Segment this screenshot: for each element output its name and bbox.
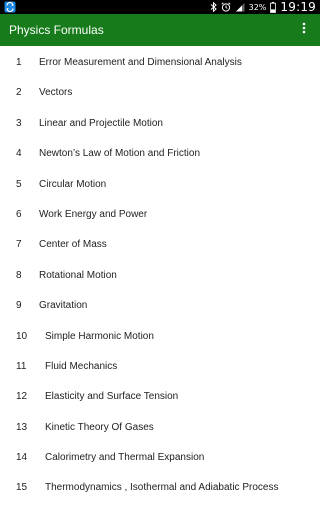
topic-list: 1 Error Measurement and Dimensional Anal… [0,48,320,504]
item-number: 3 [16,117,22,129]
item-number: 8 [16,269,22,281]
app-title: Physics Formulas [9,23,104,37]
item-number: 5 [16,178,22,190]
item-title: Center of Mass [39,239,107,251]
list-item[interactable]: 6 Work Energy and Power [0,200,320,230]
item-title: Fluid Mechanics [45,360,118,372]
app-bar: Physics Formulas [0,14,320,46]
item-title: Linear and Projectile Motion [39,117,163,129]
list-item[interactable]: 11 Fluid Mechanics [0,352,320,382]
item-title: Simple Harmonic Motion [45,330,154,342]
list-item[interactable]: 10 Simple Harmonic Motion [0,322,320,352]
item-number: 7 [16,239,22,251]
sync-notification-icon [4,1,16,13]
more-vert-icon [302,21,306,39]
item-title: Newton’s Law of Motion and Friction [39,148,201,160]
item-title: Gravitation [39,300,88,312]
overflow-menu-button[interactable] [294,20,314,40]
list-item[interactable]: 5 Circular Motion [0,170,320,200]
item-title: Vectors [39,87,73,99]
item-number: 13 [16,421,28,433]
item-number: 15 [16,482,28,494]
status-bar: 32% 19:19 [0,0,320,14]
item-title: Elasticity and Surface Tension [45,391,179,403]
battery-percentage: 32% [248,2,267,12]
list-item[interactable]: 9 Gravitation [0,291,320,321]
list-item[interactable]: 12 Elasticity and Surface Tension [0,382,320,412]
item-number: 9 [16,300,22,312]
list-item[interactable]: 3 Linear and Projectile Motion [0,109,320,139]
list-item[interactable]: 13 Kinetic Theory Of Gases [0,413,320,443]
bluetooth-icon [210,2,217,12]
item-number: 14 [16,452,28,464]
item-number: 2 [16,87,22,99]
list-item[interactable]: 1 Error Measurement and Dimensional Anal… [0,48,320,78]
item-number: 6 [16,208,22,220]
alarm-icon [221,2,231,12]
list-item[interactable]: 14 Calorimetry and Thermal Expansion [0,443,320,473]
list-item[interactable]: 15 Thermodynamics , Isothermal and Adiab… [0,473,320,503]
item-title: Circular Motion [39,178,107,190]
item-number: 12 [16,391,28,403]
battery-icon [270,1,277,13]
list-item[interactable]: 8 Rotational Motion [0,261,320,291]
item-title: Work Energy and Power [39,208,148,220]
list-item[interactable]: 4 Newton’s Law of Motion and Friction [0,139,320,169]
item-title: Error Measurement and Dimensional Analys… [39,57,242,68]
status-icons: 32% 19:19 [210,0,316,14]
item-title: Kinetic Theory Of Gases [45,421,154,433]
item-number: 4 [16,148,22,160]
list-item[interactable]: 2 Vectors [0,78,320,108]
status-clock: 19:19 [280,0,316,14]
item-title: Calorimetry and Thermal Expansion [45,452,205,464]
item-number: 10 [16,330,28,342]
item-number: 1 [16,57,22,68]
item-number: 11 [16,360,27,372]
item-title: Rotational Motion [39,269,117,281]
list-item[interactable]: 7 Center of Mass [0,230,320,260]
item-title: Thermodynamics , Isothermal and Adiabati… [45,482,279,494]
signal-icon [235,2,245,12]
